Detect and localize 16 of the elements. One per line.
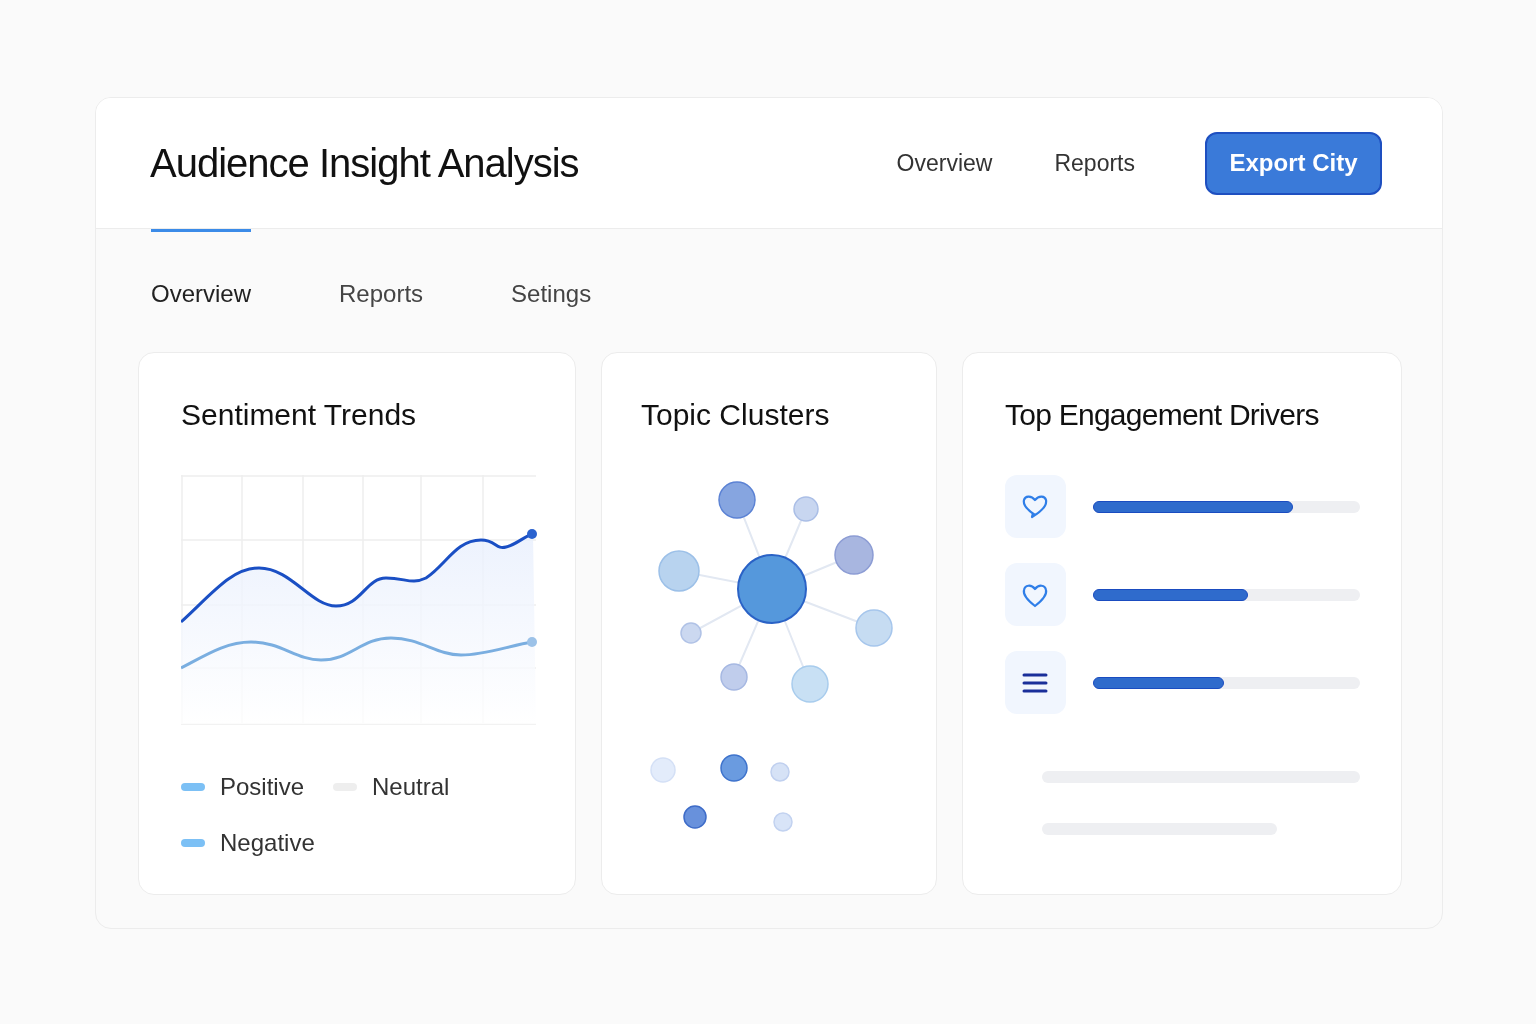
tab[interactable]: Overview: [151, 229, 252, 312]
card-title: Topic Clusters: [641, 397, 831, 433]
page-title: Audience Insight Analysis: [150, 140, 579, 187]
card-title: Top Engagement Drivers: [1005, 397, 1320, 433]
chart-point: [527, 637, 537, 647]
card-title: Sentiment Trends: [181, 397, 418, 433]
menu-lines-icon: [1022, 671, 1049, 694]
chart-point: [527, 529, 537, 539]
tab[interactable]: Setings: [511, 229, 592, 312]
tab[interactable]: Reports: [339, 229, 424, 312]
legend-label: Negative: [220, 828, 315, 858]
legend-label: Positive: [220, 772, 305, 802]
legend-label: Neutral: [372, 772, 450, 802]
export-button[interactable]: Export City: [1205, 131, 1382, 195]
nav-link[interactable]: Reports: [1054, 145, 1135, 181]
nav-link[interactable]: Overview: [896, 145, 993, 181]
